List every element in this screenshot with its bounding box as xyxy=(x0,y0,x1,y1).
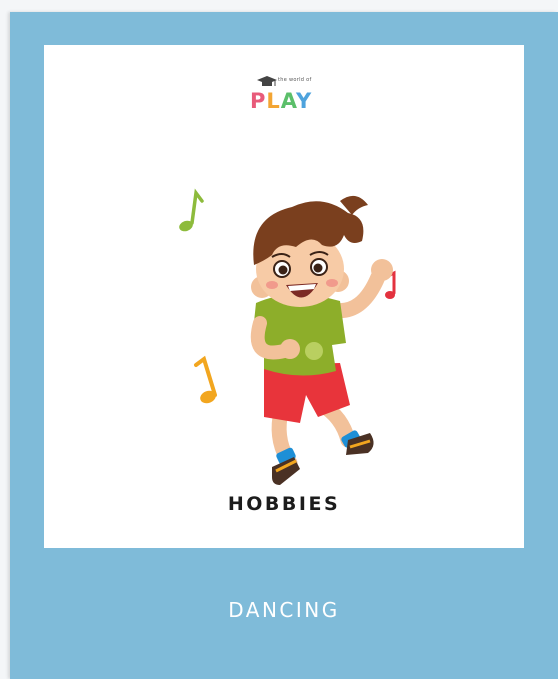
logo-letter: A xyxy=(280,89,297,113)
graduation-cap-icon xyxy=(257,76,277,86)
music-note-icon xyxy=(179,188,204,232)
logo-word: PLAY xyxy=(250,89,312,113)
logo-letter: Y xyxy=(296,89,313,113)
dancing-boy-illustration xyxy=(179,188,396,485)
white-panel: the world of PLAY HOBBIES xyxy=(44,45,524,548)
logo-letter: L xyxy=(266,89,281,113)
card-word: DANCING xyxy=(228,598,340,622)
category-label: HOBBIES xyxy=(227,493,341,515)
music-note-icon xyxy=(194,355,217,404)
play-logo: the world of PLAY xyxy=(248,75,348,121)
flashcard: the world of PLAY HOBBIES DANCING xyxy=(10,12,558,679)
logo-letter: P xyxy=(250,89,267,113)
logo-tagline: the world of xyxy=(278,77,312,83)
